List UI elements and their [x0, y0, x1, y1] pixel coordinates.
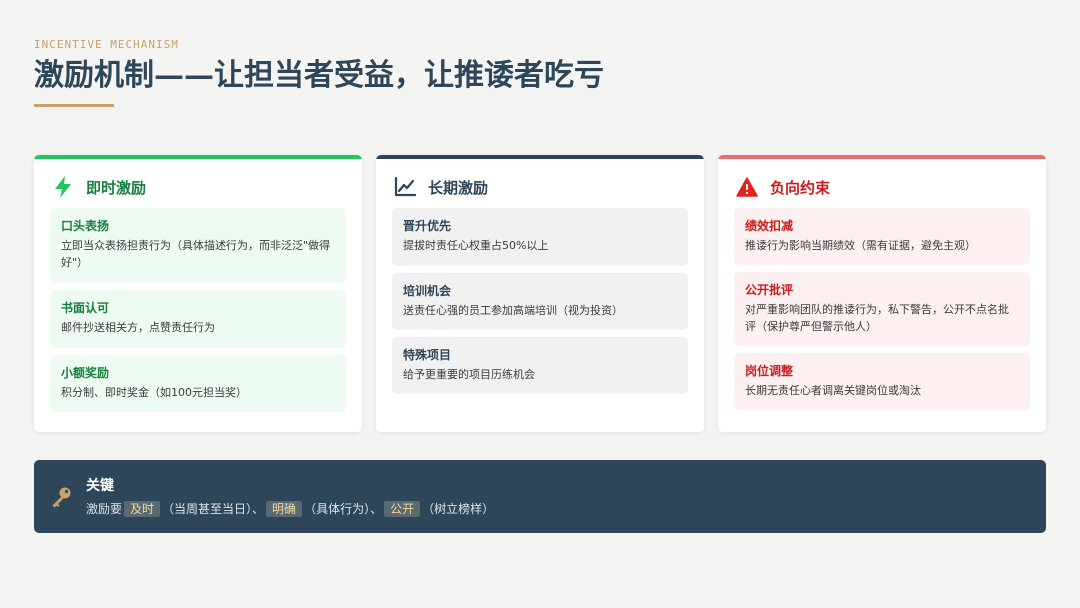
item-desc: 立即当众表扬担责行为（具体描述行为，而非泛泛"做得好"） — [61, 239, 331, 269]
list-item: 晋升优先 提拔时责任心权重占50%以上 — [392, 208, 688, 266]
list-item: 绩效扣减 推诿行为影响当期绩效（需有证据，避免主观） — [734, 208, 1030, 265]
item-desc: 邮件抄送相关方，点赞责任行为 — [61, 321, 215, 334]
highlight-timely: 及时 — [124, 500, 161, 517]
key-icon — [48, 484, 74, 510]
key-line: 激励要 及时 （当周甚至当日）、 明确 （具体行为）、 公开 （树立榜样） — [86, 500, 494, 518]
item-desc: 给予更重要的项目历练机会 — [403, 368, 535, 381]
item-title: 培训机会 — [403, 284, 452, 298]
key-text-2: （具体行为）、 — [304, 501, 383, 516]
item-title: 口头表扬 — [61, 219, 110, 233]
item-title: 绩效扣减 — [745, 219, 794, 233]
card-negative-constraint: 负向约束 绩效扣减 推诿行为影响当期绩效（需有证据，避免主观） 公开批评 对严重… — [718, 155, 1046, 432]
key-text-1: （当周甚至当日）、 — [162, 501, 265, 516]
item-desc: 推诿行为影响当期绩效（需有证据，避免主观） — [745, 239, 976, 252]
item-title: 小额奖励 — [61, 366, 110, 380]
card-row: 即时激励 口头表扬 立即当众表扬担责行为（具体描述行为，而非泛泛"做得好"） 书… — [34, 155, 1046, 432]
eyebrow-label: INCENTIVE MECHANISM — [34, 38, 179, 51]
key-text-3: （树立榜样） — [422, 501, 495, 516]
item-desc: 长期无责任心者调离关键岗位或淘汰 — [745, 384, 921, 397]
card-accent-bar — [34, 155, 362, 159]
list-item: 岗位调整 长期无责任心者调离关键岗位或淘汰 — [734, 353, 1030, 410]
key-label: 关键 — [86, 477, 114, 494]
list-item: 特殊项目 给予更重要的项目历练机会 — [392, 337, 688, 394]
chart-line-icon — [394, 176, 416, 198]
card-long-term-incentive: 长期激励 晋升优先 提拔时责任心权重占50%以上 培训机会 送责任心强的员工参加… — [376, 155, 704, 432]
lightning-icon — [52, 176, 74, 198]
item-title: 岗位调整 — [745, 364, 794, 378]
item-desc: 提拔时责任心权重占50%以上 — [403, 239, 549, 252]
highlight-specific: 明确 — [266, 500, 303, 517]
card-accent-bar — [718, 155, 1046, 159]
item-desc: 积分制、即时奖金（如100元担当奖） — [61, 386, 247, 399]
item-title: 书面认可 — [61, 301, 110, 315]
item-desc: 送责任心强的员工参加高端培训（视为投资） — [403, 304, 623, 317]
key-text: 关键 激励要 及时 （当周甚至当日）、 明确 （具体行为）、 公开 （树立榜样） — [86, 476, 494, 518]
list-item: 小额奖励 积分制、即时奖金（如100元担当奖） — [50, 355, 346, 412]
card-title: 长期激励 — [428, 178, 489, 197]
warning-icon — [736, 176, 758, 198]
key-prefix: 激励要 — [86, 501, 123, 516]
highlight-public: 公开 — [384, 500, 421, 517]
card-accent-bar — [376, 155, 704, 159]
card-immediate-incentive: 即时激励 口头表扬 立即当众表扬担责行为（具体描述行为，而非泛泛"做得好"） 书… — [34, 155, 362, 432]
card-title: 即时激励 — [86, 178, 147, 197]
item-title: 晋升优先 — [403, 219, 452, 233]
item-title: 特殊项目 — [403, 348, 452, 362]
key-callout: 关键 激励要 及时 （当周甚至当日）、 明确 （具体行为）、 公开 （树立榜样） — [34, 460, 1046, 533]
card-title: 负向约束 — [770, 178, 831, 197]
list-item: 书面认可 邮件抄送相关方，点赞责任行为 — [50, 290, 346, 348]
slide: INCENTIVE MECHANISM 激励机制——让担当者受益，让推诿者吃亏 … — [0, 0, 1080, 608]
item-title: 公开批评 — [745, 283, 794, 297]
list-item: 培训机会 送责任心强的员工参加高端培训（视为投资） — [392, 273, 688, 330]
list-item: 口头表扬 立即当众表扬担责行为（具体描述行为，而非泛泛"做得好"） — [50, 208, 346, 283]
title-underline — [34, 104, 114, 107]
card-header: 负向约束 — [734, 175, 1030, 199]
card-header: 即时激励 — [50, 175, 346, 199]
list-item: 公开批评 对严重影响团队的推诿行为，私下警告，公开不点名批评（保护尊严但警示他人… — [734, 272, 1030, 346]
item-desc: 对严重影响团队的推诿行为，私下警告，公开不点名批评（保护尊严但警示他人） — [745, 303, 1009, 333]
page-title: 激励机制——让担当者受益，让推诿者吃亏 — [34, 58, 604, 93]
card-header: 长期激励 — [392, 175, 688, 199]
